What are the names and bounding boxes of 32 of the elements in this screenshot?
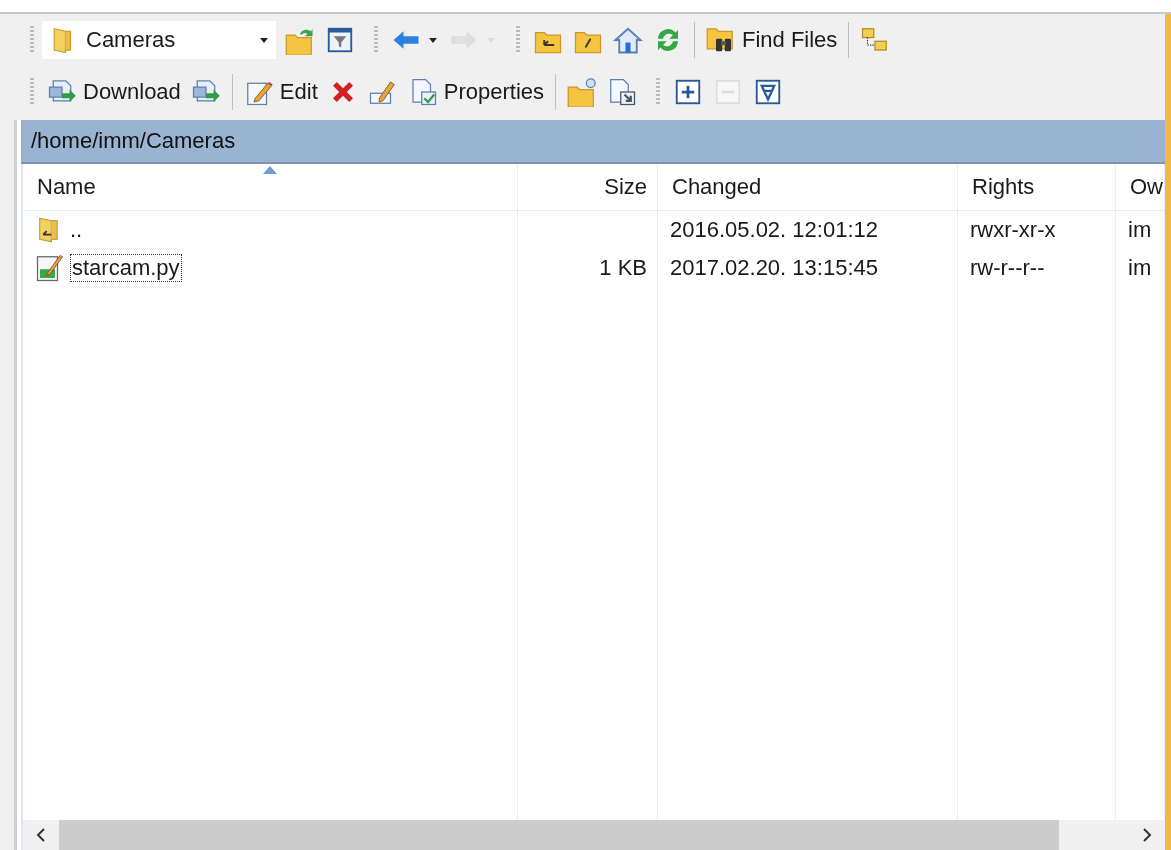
file-name: starcam.py xyxy=(71,255,181,281)
edit-button[interactable]: Edit xyxy=(238,72,323,112)
column-header[interactable]: Rights xyxy=(958,164,1116,211)
table-cell: 1 KB xyxy=(599,255,647,281)
find-button[interactable]: Find Files xyxy=(701,20,843,60)
table-cell: 2016.05.02. 12:01:12 xyxy=(670,217,878,243)
column-header[interactable]: Size xyxy=(518,164,658,211)
table-cell: rw-r--r-- xyxy=(970,255,1045,281)
properties-button[interactable]: Properties xyxy=(402,72,550,112)
home-icon xyxy=(613,25,643,55)
sort-arrow-icon xyxy=(263,166,277,174)
caret-icon xyxy=(429,37,437,43)
chevron-left-icon xyxy=(35,828,47,842)
column-header[interactable]: Name xyxy=(23,164,518,211)
caret-icon xyxy=(260,37,268,43)
file-name: .. xyxy=(69,217,84,243)
table-cell: im xyxy=(1128,217,1152,243)
column-header[interactable]: Ow xyxy=(1116,164,1165,211)
table-cell: 2017.02.20. 13:15:45 xyxy=(670,255,878,281)
location-dropdown[interactable]: Cameras xyxy=(42,21,276,59)
table-cell: rwxr-xr-x xyxy=(970,217,1056,243)
filter-icon xyxy=(325,25,355,55)
script-file-icon xyxy=(35,253,65,283)
column-header[interactable]: Changed xyxy=(658,164,958,211)
new-folder-icon xyxy=(567,77,598,107)
chevron-right-icon xyxy=(1141,828,1153,842)
download-button[interactable]: Download xyxy=(42,72,186,112)
table-cell: im xyxy=(1128,255,1152,281)
shortcut-icon xyxy=(607,77,638,107)
path-bar: /home/imm/Cameras xyxy=(21,120,1165,164)
file-row[interactable]: .. 2016.05.02. 12:01:12 rwxr-xr-x im xyxy=(23,211,1165,249)
file-row[interactable]: starcam.py 1 KB 2017.02.20. 13:15:45 rw-r--r-- im xyxy=(23,249,1165,287)
